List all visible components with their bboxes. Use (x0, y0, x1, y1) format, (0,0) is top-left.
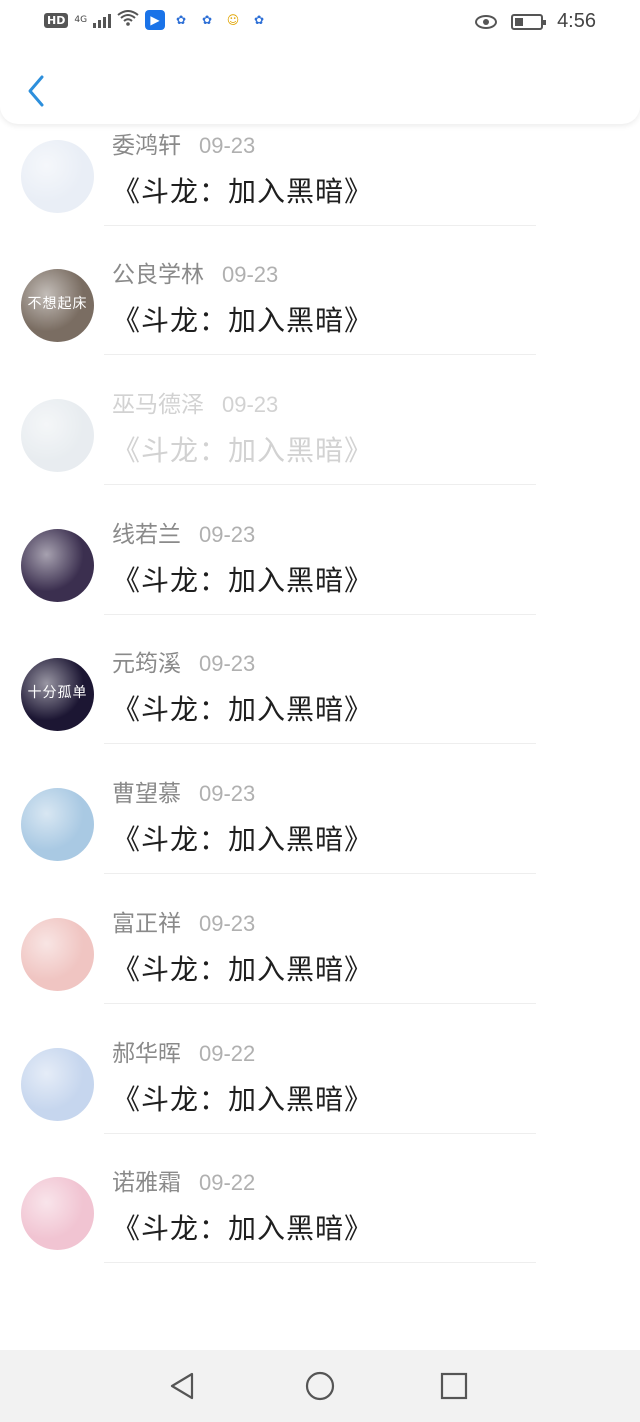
post-date: 09-23 (199, 521, 256, 547)
list-item[interactable]: 诺雅霜 09-22 《斗龙：加入黑暗》 (0, 1133, 640, 1264)
triangle-back-icon (170, 1372, 194, 1400)
book-title[interactable]: 《斗龙：加入黑暗》 (112, 170, 373, 210)
chevron-left-icon (28, 75, 44, 107)
hd-badge: HD (44, 12, 69, 28)
list-item[interactable]: 郝华晖 09-22 《斗龙：加入黑暗》 (0, 1004, 640, 1134)
app-notification-icon: ▶ (145, 10, 166, 30)
post-date: 09-22 (199, 1170, 256, 1196)
paw-icon: ✿ (254, 13, 265, 27)
book-title[interactable]: 《斗龙：加入黑暗》 (112, 1078, 373, 1118)
user-name[interactable]: 线若兰 (112, 515, 181, 549)
wifi-icon (117, 10, 139, 30)
list-item[interactable]: 十分孤单 元筠溪 09-23 《斗龙：加入黑暗》 (0, 614, 640, 745)
post-date: 09-23 (199, 910, 256, 936)
status-left: HD 4G ▶ ✿ ✿ ☺ ✿ (44, 10, 269, 30)
comment-list: 《斗龙：加入黑暗》委鸿轩09-23《斗龙：加入黑暗》不想起床公良学林09-23《… (0, 10, 640, 1264)
book-title[interactable]: 《斗龙：加入黑暗》 (112, 688, 373, 728)
signal-icon (93, 12, 112, 28)
list-item[interactable]: 不想起床 公良学林 09-23 《斗龙：加入黑暗》 (0, 225, 640, 356)
face-icon: ☺ (226, 13, 240, 27)
user-name[interactable]: 委鸿轩 (112, 126, 181, 160)
list-item[interactable]: 富正祥 09-23 《斗龙：加入黑暗》 (0, 874, 640, 1004)
entry-meta: 富正祥 09-23 (112, 904, 255, 938)
entry-meta: 委鸿轩 09-23 (112, 126, 255, 160)
nav-back-button[interactable] (166, 1370, 198, 1402)
entry-meta: 元筠溪 09-23 (112, 644, 255, 678)
user-name[interactable]: 曹望慕 (112, 774, 181, 808)
avatar[interactable] (21, 917, 94, 991)
avatar[interactable]: 不想起床 (21, 269, 94, 343)
nav-home-button[interactable] (304, 1370, 336, 1402)
list-item[interactable]: 曹望慕 09-23 《斗龙：加入黑暗》 (0, 744, 640, 875)
paw-icon: ✿ (176, 13, 187, 27)
back-button[interactable] (18, 68, 54, 114)
avatar[interactable] (21, 1177, 94, 1251)
entry-meta: 曹望慕 09-23 (112, 774, 255, 808)
entry-meta: 巫马德泽 09-23 (112, 385, 278, 419)
book-title[interactable]: 《斗龙：加入黑暗》 (112, 948, 373, 988)
book-title[interactable]: 《斗龙：加入黑暗》 (112, 559, 373, 599)
avatar[interactable] (21, 139, 94, 213)
book-title[interactable]: 《斗龙：加入黑暗》 (112, 1207, 373, 1247)
network-type: 4G (74, 14, 88, 25)
entry-meta: 诺雅霜 09-22 (112, 1163, 255, 1197)
list-item[interactable]: 巫马德泽 09-23 《斗龙：加入黑暗》 (0, 355, 640, 486)
entry-meta: 线若兰 09-23 (112, 515, 255, 549)
book-title[interactable]: 《斗龙：加入黑暗》 (112, 818, 373, 858)
entry-meta: 郝华晖 09-22 (112, 1034, 255, 1068)
user-name[interactable]: 诺雅霜 (112, 1163, 181, 1197)
nav-recents-button[interactable] (438, 1370, 470, 1402)
post-date: 09-23 (222, 392, 279, 418)
avatar[interactable] (21, 528, 94, 602)
user-name[interactable]: 富正祥 (112, 904, 181, 938)
post-date: 09-23 (199, 132, 256, 158)
book-title[interactable]: 《斗龙：加入黑暗》 (112, 299, 373, 339)
clock: 4:56 (557, 10, 596, 32)
row-divider (104, 1262, 536, 1264)
entry-meta: 公良学林 09-23 (112, 255, 278, 289)
user-name[interactable]: 公良学林 (112, 255, 204, 289)
status-bar: HD 4G ▶ ✿ ✿ ☺ ✿ 4:56 (0, 0, 640, 44)
book-title[interactable]: 《斗龙：加入黑暗》 (112, 429, 373, 469)
system-nav-bar (0, 1350, 640, 1422)
post-date: 09-23 (199, 651, 256, 677)
eye-icon (475, 14, 498, 29)
avatar[interactable] (21, 788, 94, 862)
status-right: 4:56 (475, 10, 596, 33)
avatar[interactable] (21, 399, 94, 473)
circle-home-icon (305, 1371, 335, 1401)
post-date: 09-23 (199, 781, 256, 807)
user-name[interactable]: 元筠溪 (112, 644, 181, 678)
avatar[interactable] (21, 1047, 94, 1121)
avatar-caption: 十分孤单 (27, 685, 88, 702)
square-recents-icon (440, 1372, 468, 1400)
user-name[interactable]: 郝华晖 (112, 1034, 181, 1068)
avatar-caption: 不想起床 (27, 296, 88, 313)
avatar[interactable]: 十分孤单 (21, 658, 94, 732)
header-bar: HD 4G ▶ ✿ ✿ ☺ ✿ 4:56 (0, 0, 640, 124)
list-item[interactable]: 线若兰 09-23 《斗龙：加入黑暗》 (0, 485, 640, 615)
post-date: 09-22 (199, 1040, 256, 1066)
user-name[interactable]: 巫马德泽 (112, 385, 204, 419)
post-date: 09-23 (222, 262, 279, 288)
paw-icon: ✿ (202, 13, 213, 27)
battery-icon (511, 13, 547, 30)
